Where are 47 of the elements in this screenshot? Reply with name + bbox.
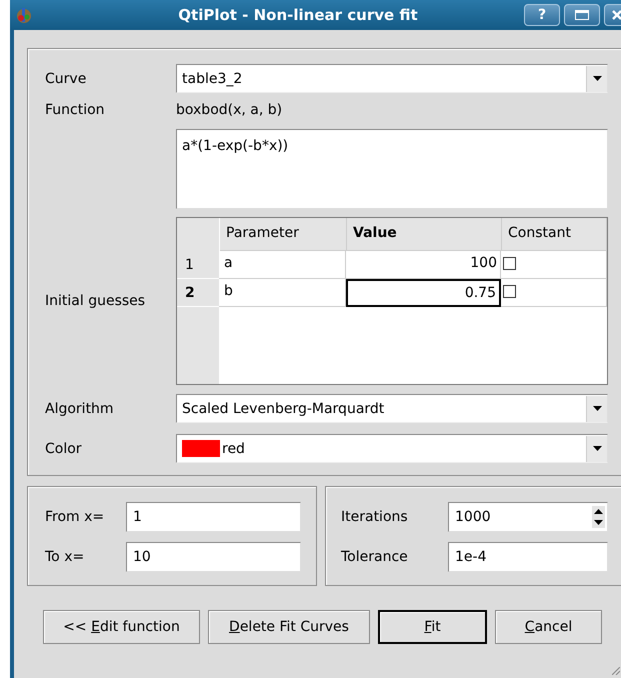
formula-field[interactable]: a*(1-exp(-b*x)) [176, 129, 608, 209]
close-icon [612, 10, 621, 20]
dropdown-button[interactable] [586, 396, 607, 422]
input-field[interactable]: 1e-4 [448, 542, 608, 572]
column-header[interactable]: Value [347, 218, 502, 251]
table-cell[interactable]: 0.75 [346, 279, 501, 307]
field-label: To x= [45, 549, 86, 565]
table-cell: b [219, 279, 346, 307]
resize-grip-icon [612, 667, 620, 675]
table-cell[interactable]: 100 [346, 251, 501, 279]
column-header[interactable]: Constant [502, 218, 607, 251]
caret-icon [592, 406, 602, 411]
field-label: Tolerance [341, 549, 409, 565]
field-label: From x= [45, 509, 106, 525]
checkbox[interactable] [503, 285, 516, 298]
spin-box[interactable]: 1000 [448, 502, 608, 532]
function-name: boxbod(x, a, b) [176, 102, 282, 118]
dropdown[interactable]: Scaled Levenberg-Marquardt [176, 394, 608, 423]
field-label: Curve [45, 70, 88, 86]
row-header[interactable]: 2 [177, 279, 219, 307]
maximize-button[interactable] [564, 4, 600, 26]
row-header[interactable]: 1 [177, 251, 219, 279]
dialog-button[interactable]: << Edit function [43, 610, 200, 644]
dialog-button[interactable]: Cancel [495, 610, 602, 644]
dropdown-button[interactable] [586, 436, 607, 462]
dialog-button[interactable]: Fit [378, 610, 487, 644]
field-label: Algorithm [45, 400, 115, 416]
checkbox[interactable] [503, 257, 516, 270]
help-button[interactable]: ? [524, 4, 560, 26]
column-header[interactable]: Parameter [220, 218, 347, 251]
caret-icon [592, 446, 602, 451]
dropdown[interactable]: table3_2 [176, 64, 608, 93]
field-label: Color [45, 440, 83, 456]
table-cell: a [219, 251, 346, 279]
app-icon [16, 6, 32, 24]
dropdown-button[interactable] [586, 66, 607, 92]
caret-icon [592, 76, 602, 81]
window-title: QtiPlot - Non-linear curve fit [177, 6, 419, 24]
input-field[interactable]: 10 [126, 542, 301, 572]
input-field[interactable]: 1 [126, 502, 301, 532]
spin-arrows-icon [592, 506, 605, 528]
field-label: Function [45, 102, 106, 118]
field-label: Initial guesses [45, 293, 146, 309]
field-label: Iterations [341, 509, 409, 525]
dropdown[interactable]: red [176, 434, 608, 463]
maximize-icon [575, 10, 589, 20]
dialog-button[interactable]: Delete Fit Curves [208, 610, 370, 644]
